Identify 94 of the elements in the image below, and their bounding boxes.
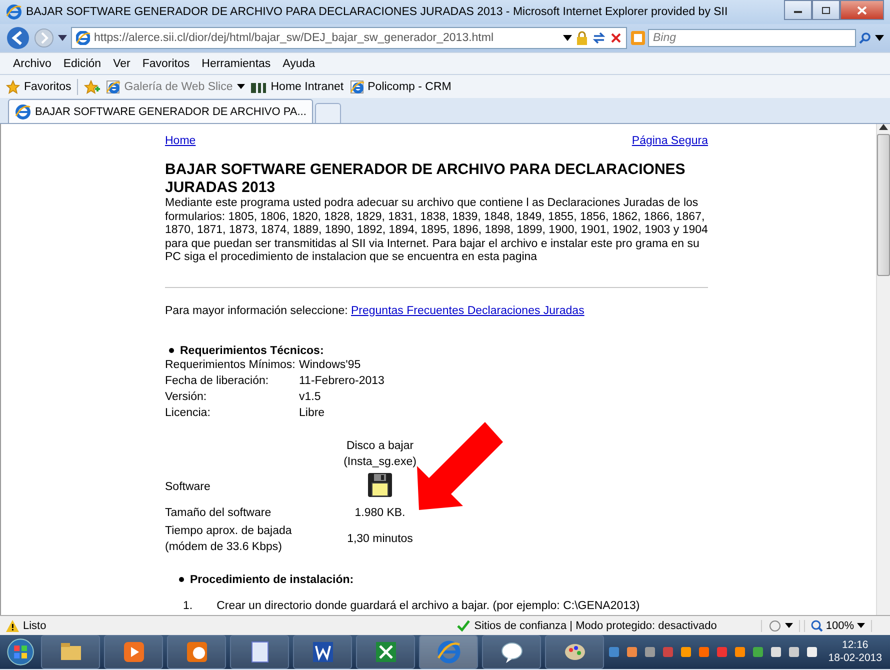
dropdown-icon	[236, 84, 245, 89]
address-field[interactable]: https://alerce.sii.cl/dior/dej/html/bajar_sw/DEJ_bajar_sw_generador_2013.html	[71, 27, 627, 49]
zoom-button[interactable]: 100%	[804, 620, 872, 632]
stop-icon[interactable]	[610, 32, 622, 44]
star-icon	[6, 80, 20, 94]
download-value: 1,30 minutos	[347, 532, 413, 545]
menu-item[interactable]: Favoritos	[137, 58, 195, 70]
close-button[interactable]	[840, 0, 884, 20]
word-icon	[310, 640, 335, 664]
spreadsheet-icon	[374, 640, 398, 664]
scrollbar[interactable]	[876, 124, 890, 615]
step-number: 1.	[183, 600, 193, 612]
warning-icon	[6, 620, 19, 632]
requirement-value: 11-Febrero-2013	[299, 374, 384, 389]
dropdown-icon	[857, 623, 865, 628]
browser-tab[interactable]: BAJAR SOFTWARE GENERADOR DE ARCHIVO PA...	[8, 99, 314, 123]
add-favorite-icon[interactable]	[84, 80, 100, 94]
dropdown-icon[interactable]	[58, 35, 67, 41]
search-icon[interactable]	[859, 32, 871, 44]
clock-time: 12:16	[841, 639, 870, 652]
checkmark-icon	[457, 620, 470, 632]
taskbar-button[interactable]	[356, 635, 416, 669]
requirement-label: Fecha de liberación:	[165, 374, 270, 389]
search-field[interactable]: Bing	[648, 29, 856, 47]
clock-date: 18-02-2013	[828, 652, 882, 665]
close-icon	[857, 6, 867, 14]
dropdown-icon[interactable]	[784, 623, 793, 628]
taskbar-button[interactable]	[41, 635, 100, 669]
favorite-link[interactable]: Home Intranet	[250, 80, 344, 92]
padlock-icon	[576, 31, 588, 45]
tray-icon[interactable]	[626, 646, 638, 658]
scrollbar-thumb[interactable]	[877, 134, 890, 276]
step-text: Crear un directorio donde guardará el archivo a bajar. (por ejemplo: C:\GENA2013)	[216, 600, 640, 612]
maximize-button[interactable]	[812, 0, 840, 20]
intro-paragraph: Mediante este programa usted podra adecuar su archivo que contiene l as Declaraciones Juradas de los formularios: 1805, 1806, 1820, 1828, 1829, 1831, 1838, 1839, 1848, 1849, 1855, 1856, 1862, 1866, 1867, 1870, 1871, 1873, 1874, 1889, 1890, 1892, 1894, 1895, 1896, 1898, 1899, 1900, 1901, 1902, 1903 y 1904 para que puedan ser transmitidas al SII via Internet. Para bajar el archivo e instalar este pro grama en su PC siga el procedimiento de instalacion que se encuentra en esta pagina	[165, 197, 708, 265]
back-icon[interactable]	[6, 26, 30, 50]
tray-icon[interactable]	[770, 646, 782, 658]
menu-item[interactable]: Herramientas	[196, 58, 276, 70]
tray-icon[interactable]	[806, 646, 818, 658]
favorites-button[interactable]: Favoritos	[6, 80, 72, 94]
browser-icon	[436, 640, 461, 664]
chat-bubble-icon	[500, 640, 524, 664]
disk-caption: Disco a bajar (Insta_sg.exe)	[342, 438, 418, 470]
menu-item[interactable]: Ver	[108, 58, 136, 70]
tray-icon[interactable]	[734, 646, 746, 658]
secure-page-link[interactable]: Página Segura	[632, 135, 708, 147]
ie-page-icon	[350, 80, 364, 94]
download-label: Tiempo aprox. de bajada (módem de 33.6 Kbps)	[165, 524, 293, 555]
bing-logo-icon	[631, 31, 645, 45]
taskbar-button[interactable]	[104, 635, 164, 669]
section-title: Requerimientos Técnicos:	[180, 344, 324, 357]
download-label: Tamaño del software	[165, 506, 272, 521]
bullet-icon	[169, 348, 174, 354]
security-zone-text: Sitios de confianza | Modo protegido: desactivado	[474, 620, 717, 632]
zoom-icon	[810, 620, 823, 632]
refresh-icon[interactable]	[592, 31, 606, 45]
taskbar-button[interactable]	[293, 635, 352, 669]
taskbar-button[interactable]	[230, 635, 290, 669]
taskbar-button[interactable]	[545, 635, 604, 669]
tray-icon[interactable]	[644, 646, 656, 658]
tray-icon[interactable]	[680, 646, 692, 658]
media-player-icon	[122, 640, 146, 664]
requirement-label: Requerimientos Mínimos:	[165, 356, 299, 373]
download-value: 1.980 KB.	[354, 506, 406, 519]
faq-link[interactable]: Preguntas Frecuentes Declaraciones Juradas	[351, 304, 584, 317]
home-link[interactable]: Home	[165, 135, 196, 147]
url-text: https://alerce.sii.cl/dior/dej/html/bajar_sw/DEJ_bajar_sw_generador_2013.html	[94, 32, 495, 44]
page-heading: BAJAR SOFTWARE GENERADOR DE ARCHIVO PARA DECLARACIONES JURADAS 2013	[165, 161, 686, 197]
page-icon	[76, 31, 90, 45]
requirement-value: v1.5	[299, 390, 322, 405]
restore-icon	[821, 6, 831, 14]
menu-item[interactable]: Ayuda	[278, 58, 320, 70]
section-title: Procedimiento de instalación:	[190, 574, 354, 586]
bullet-icon	[179, 577, 184, 582]
requirement-label: Versión:	[165, 388, 299, 405]
menu-item[interactable]: Edición	[58, 58, 106, 70]
dropdown-icon[interactable]	[875, 35, 884, 41]
taskbar-button[interactable]	[482, 635, 542, 669]
window-title: BAJAR SOFTWARE GENERADOR DE ARCHIVO PARA DECLARACIONES JURADAS 2013 - Microsoft Internet Explorer provided by SII	[26, 6, 729, 18]
ie-logo-icon	[6, 4, 22, 20]
favorite-link[interactable]: Policomp - CRM	[350, 80, 452, 94]
download-label: Software	[165, 480, 212, 496]
ie-logo-icon	[15, 104, 31, 120]
requirement-value: Libre	[299, 406, 326, 421]
more-info-text: Para mayor información seleccione: Preguntas Frecuentes Declaraciones Juradas	[165, 304, 586, 317]
ie-page-icon	[106, 80, 120, 94]
requirement-label: Licencia:	[165, 406, 212, 421]
status-text: Listo	[23, 620, 46, 632]
minimize-button[interactable]	[784, 0, 812, 20]
menu-item[interactable]: Archivo	[8, 58, 56, 70]
taskbar-button[interactable]	[167, 635, 226, 669]
tray-icon[interactable]	[788, 646, 800, 658]
requirement-value: Windows'95	[299, 358, 362, 373]
dropdown-icon[interactable]	[563, 35, 572, 41]
